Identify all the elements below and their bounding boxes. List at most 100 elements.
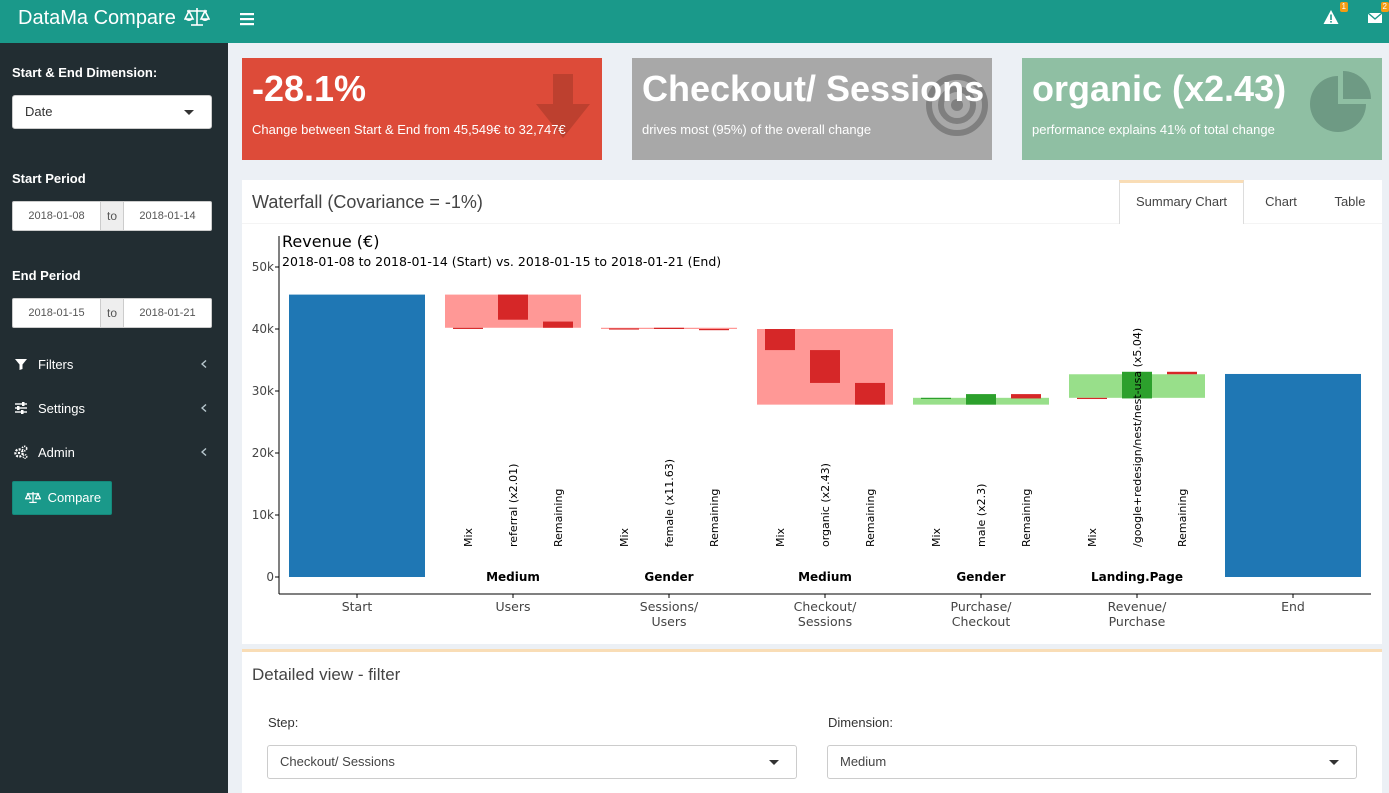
start-period-to-input[interactable]: 2018-01-14 bbox=[124, 202, 211, 230]
waterfall-box-header: Waterfall (Covariance = -1%) Summary Cha… bbox=[242, 180, 1382, 224]
detail-title: Detailed view - filter bbox=[252, 665, 401, 684]
driver-value: Checkout/ Sessions bbox=[642, 68, 985, 109]
dimension-select[interactable]: Medium bbox=[827, 745, 1357, 779]
step-dimension-label: Landing.Page bbox=[1091, 570, 1183, 584]
step-part-label: Remaining bbox=[1020, 489, 1033, 547]
sidebar: Start & End Dimension: Date Start Period… bbox=[0, 43, 228, 793]
waterfall-box: Waterfall (Covariance = -1%) Summary Cha… bbox=[242, 180, 1382, 644]
end-period-from-input[interactable]: 2018-01-15 bbox=[13, 299, 100, 327]
end-period-label: End Period bbox=[12, 268, 81, 283]
sidebar-item-label: Filters bbox=[38, 357, 74, 372]
step-part-label: referral (x2.01) bbox=[507, 464, 520, 547]
chart-subtitle: 2018-01-08 to 2018-01-14 (Start) vs. 201… bbox=[282, 254, 721, 269]
messages-button[interactable]: 2 bbox=[1367, 2, 1389, 27]
step-part-label: Mix bbox=[1086, 527, 1099, 547]
balance-scale-icon bbox=[184, 8, 211, 26]
step-dimension-label: Gender bbox=[644, 570, 693, 584]
end-period-to-input[interactable]: 2018-01-21 bbox=[124, 299, 211, 327]
sidebar-toggle-button[interactable] bbox=[240, 10, 258, 28]
cogs-icon bbox=[14, 445, 28, 459]
pie-chart-icon bbox=[1310, 71, 1371, 132]
x-tick-label: End bbox=[1281, 599, 1305, 614]
step-part-bar bbox=[498, 294, 528, 320]
step-part-bar bbox=[543, 321, 573, 328]
step-part-label: Remaining bbox=[708, 489, 721, 547]
change-subtitle: Change between Start & End from 45,549€ … bbox=[252, 122, 566, 137]
chevron-left-icon bbox=[201, 448, 207, 456]
x-tick-label: Users bbox=[651, 614, 686, 629]
sidebar-item-filters[interactable]: Filters bbox=[0, 345, 228, 385]
step-dimension-label: Gender bbox=[956, 570, 1005, 584]
date-range-separator: to bbox=[100, 299, 124, 327]
start-period-from-input[interactable]: 2018-01-08 bbox=[13, 202, 100, 230]
y-tick-label: 50k bbox=[252, 260, 274, 274]
chevron-left-icon bbox=[201, 404, 207, 412]
start-period-label: Start Period bbox=[12, 171, 86, 186]
date-range-separator: to bbox=[100, 202, 124, 230]
step-part-label: female (x11.63) bbox=[663, 459, 676, 547]
step-part-bar bbox=[921, 397, 951, 400]
x-tick-label: Sessions bbox=[798, 614, 852, 629]
step-part-bar bbox=[1077, 397, 1107, 400]
step-part-bar bbox=[765, 329, 795, 351]
app-title: DataMa Compare bbox=[18, 7, 176, 29]
step-part-bar bbox=[855, 382, 885, 405]
waterfall-chart: 0 10k 20k 30k 40k 50k Revenue (€) 2018-01-08 to… bbox=[242, 224, 1382, 644]
step-part-bar bbox=[609, 328, 639, 330]
sidebar-item-admin[interactable]: Admin bbox=[0, 433, 228, 473]
x-tick-label: Sessions/ bbox=[640, 599, 699, 614]
value-box-driver: Checkout/ Sessions drives most (95%) of … bbox=[632, 58, 992, 160]
step-part-label: Remaining bbox=[864, 489, 877, 547]
waterfall-title: Waterfall (Covariance = -1%) bbox=[252, 192, 483, 212]
dimension-select-value: Date bbox=[25, 104, 53, 119]
step-part-label: Mix bbox=[930, 527, 943, 547]
tab-chart[interactable]: Chart bbox=[1244, 180, 1318, 224]
chevron-left-icon bbox=[201, 360, 207, 368]
value-box-segment: organic (x2.43) performance explains 41%… bbox=[1022, 58, 1382, 160]
compare-button[interactable]: Compare bbox=[12, 481, 112, 515]
change-value: -28.1% bbox=[252, 68, 367, 109]
step-part-label: organic (x2.43) bbox=[819, 463, 832, 547]
balance-scale-icon bbox=[24, 491, 42, 504]
x-tick-label: Checkout bbox=[952, 614, 1011, 629]
tab-table[interactable]: Table bbox=[1318, 180, 1382, 224]
step-part-bar bbox=[1011, 394, 1041, 399]
dimension-select[interactable]: Date bbox=[12, 95, 212, 129]
step-part-label: Mix bbox=[618, 527, 631, 547]
x-tick-label: Revenue/ bbox=[1108, 599, 1167, 614]
driver-subtitle: drives most (95%) of the overall change bbox=[642, 122, 872, 137]
step-part-label: Mix bbox=[774, 527, 787, 547]
alerts-button[interactable]: 1 bbox=[1323, 2, 1348, 27]
x-tick-label: Users bbox=[495, 599, 530, 614]
step-select[interactable]: Checkout/ Sessions bbox=[267, 745, 797, 779]
sliders-icon bbox=[15, 402, 27, 414]
y-tick-label: 30k bbox=[252, 384, 274, 398]
segment-value: organic (x2.43) bbox=[1032, 68, 1287, 109]
sidebar-item-label: Settings bbox=[38, 401, 85, 416]
value-box-change: -28.1% Change between Start & End from 4… bbox=[242, 58, 602, 160]
filter-icon bbox=[15, 359, 27, 370]
total-bar bbox=[289, 294, 425, 577]
dimension-select-value: Medium bbox=[840, 754, 887, 769]
step-select-value: Checkout/ Sessions bbox=[280, 754, 395, 769]
messages-badge: 2 bbox=[1380, 2, 1389, 12]
step-part-bar bbox=[966, 394, 996, 405]
waterfall-chart-svg: 0 10k 20k 30k 40k 50k Revenue (€) 2018-01-08 to… bbox=[252, 232, 1371, 629]
x-tick-label: Purchase bbox=[1109, 614, 1166, 629]
end-period-range: 2018-01-15 to 2018-01-21 bbox=[12, 298, 212, 328]
step-part-bar bbox=[453, 327, 483, 329]
segment-subtitle: performance explains 41% of total change bbox=[1032, 122, 1275, 137]
sidebar-item-settings[interactable]: Settings bbox=[0, 389, 228, 429]
step-label: Step: bbox=[268, 715, 299, 730]
step-part-bar bbox=[654, 327, 684, 329]
warning-icon bbox=[1323, 10, 1339, 24]
total-bar bbox=[1225, 373, 1361, 577]
tab-summary-chart[interactable]: Summary Chart bbox=[1119, 180, 1244, 224]
y-tick-label: 20k bbox=[252, 446, 274, 460]
dimension-label: Start & End Dimension: bbox=[12, 65, 158, 80]
app-logo[interactable]: DataMa Compare bbox=[0, 0, 228, 43]
chart-title: Revenue (€) bbox=[282, 232, 379, 251]
dimension-label: Dimension: bbox=[828, 715, 894, 730]
chevron-down-icon bbox=[184, 110, 194, 115]
step-part-bar bbox=[1167, 371, 1197, 375]
